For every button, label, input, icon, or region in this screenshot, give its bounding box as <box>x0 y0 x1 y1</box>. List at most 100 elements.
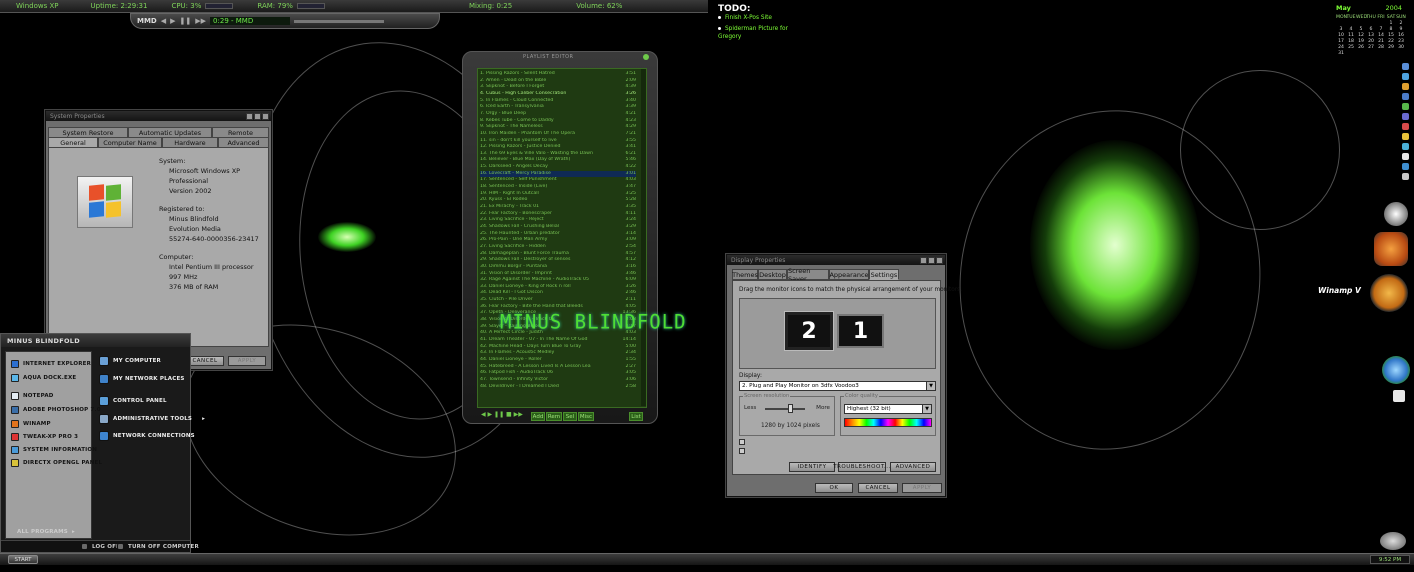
start-item-internet-explorer[interactable]: INTERNET EXPLORER <box>11 360 91 368</box>
playlist-row[interactable]: 30. Dimmu Borgir - Puritania 3:16 <box>480 264 636 271</box>
dock-app-icon[interactable] <box>1401 113 1409 120</box>
close-icon[interactable] <box>936 256 943 264</box>
calendar-day[interactable]: 28 <box>1376 45 1386 50</box>
playlist-row[interactable]: 32. Rage Against The Machine - AudioTrac… <box>480 277 636 284</box>
playlist-row[interactable]: 46. Fatpod Fish - AudioTrack 06 3:05 <box>480 370 636 377</box>
calendar-day[interactable]: 26 <box>1356 45 1366 50</box>
dock-app-icon[interactable] <box>1401 123 1409 130</box>
minimize-icon[interactable] <box>920 256 927 264</box>
calendar-day[interactable]: 6 <box>1366 27 1376 32</box>
tab-desktop[interactable]: Desktop <box>758 269 787 280</box>
playlist-row[interactable]: 3. Slipknot - Before I Forget 4:39 <box>480 84 636 91</box>
playlist-row[interactable]: 28. Damageplan - Blunt Force Trauma 4:57 <box>480 251 636 258</box>
calendar-day[interactable]: 17 <box>1336 39 1346 44</box>
calendar-day[interactable]: 9 <box>1396 27 1406 32</box>
playlist-row[interactable]: 13. The 69 Eyes & Ville Valo - Wasting t… <box>480 151 636 158</box>
calendar-day[interactable]: 18 <box>1346 39 1356 44</box>
troubleshoot-button[interactable]: TROUBLESHOOT... <box>833 462 890 472</box>
playlist-row[interactable]: 24. Shadows Fall - Crushing Belial 3:29 <box>480 224 636 231</box>
maximize-icon[interactable] <box>928 256 935 264</box>
recycle-bin-icon[interactable] <box>1380 532 1406 550</box>
playlist-row[interactable]: 16. Lovecraft - Mercy Paradise 3:01 <box>480 170 636 178</box>
calendar-day[interactable]: 1 <box>1386 21 1396 26</box>
playlist-row[interactable]: 15. Darkseed - Angels Decay 4:22 <box>480 164 636 171</box>
calendar-day[interactable]: 22 <box>1386 39 1396 44</box>
calendar-day[interactable]: 16 <box>1396 33 1406 38</box>
playlist-row[interactable]: 34. Dead Kill - I Got Discon 2:46 <box>480 290 636 297</box>
calendar-day[interactable]: 7 <box>1376 27 1386 32</box>
playlist-row[interactable]: 36. Fear Factory - Bite the Hand that Bl… <box>480 304 636 311</box>
playlist-row[interactable]: 27. Living Sacrifice - Hidden 2:54 <box>480 244 636 251</box>
calendar-day[interactable]: 10 <box>1336 33 1346 38</box>
turn-off-button[interactable]: TURN OFF COMPUTER <box>117 543 199 550</box>
calendar-day[interactable]: 23 <box>1396 39 1406 44</box>
winamp-icon[interactable] <box>1370 274 1408 312</box>
start-item-my-computer[interactable]: MY COMPUTER <box>99 356 161 366</box>
globe-icon[interactable] <box>1382 356 1410 384</box>
resolution-slider-track[interactable] <box>765 408 805 410</box>
calendar-day[interactable]: 30 <box>1396 45 1406 50</box>
calendar-day[interactable]: 20 <box>1366 39 1376 44</box>
calendar-day[interactable]: 4 <box>1346 27 1356 32</box>
start-item-administrative-tools[interactable]: ADMINISTRATIVE TOOLS ▸ <box>99 414 205 424</box>
calendar-day[interactable]: 25 <box>1346 45 1356 50</box>
calendar-day[interactable]: 12 <box>1356 33 1366 38</box>
dock-app-icon[interactable] <box>1401 93 1409 100</box>
playlist-row[interactable]: 20. Kyuss - El Rodeo 5:28 <box>480 197 636 204</box>
itunes-icon[interactable] <box>1384 202 1408 226</box>
playlist-misc-button[interactable]: Misc <box>578 412 594 421</box>
start-item-photoshop[interactable]: ADOBE PHOTOSHOP 7.0 <box>11 406 101 414</box>
playlist-row[interactable]: 1. Pissing Razors - Silent Hatred 3:51 <box>480 71 636 78</box>
primary-monitor-checkbox[interactable] <box>739 439 745 445</box>
display-properties-titlebar[interactable]: Display Properties <box>727 255 945 265</box>
calendar-day[interactable]: 14 <box>1376 33 1386 38</box>
playlist-row[interactable]: 14. Believer - Blue Max (Day of Wrath) 5:… <box>480 157 636 164</box>
playlist-row[interactable]: 33. Daniel Lioneye - King of Rock n roll… <box>480 284 636 291</box>
color-quality-select[interactable]: Highest (32 bit) ▼ <box>844 404 932 414</box>
apply-button[interactable]: APPLY <box>228 356 266 366</box>
playlist-row[interactable]: 7. Orgy - Blue Deep 4:21 <box>480 111 636 118</box>
monitor-2[interactable]: 2 <box>784 311 834 351</box>
start-item-tweak-xp[interactable]: TWEAK-XP PRO 3 <box>11 433 78 441</box>
start-item-aqua-dock[interactable]: AQUA DOCK.EXE <box>11 374 76 382</box>
start-item-notepad[interactable]: NOTEPAD <box>11 392 54 400</box>
tab-appearance[interactable]: Appearance <box>829 269 869 280</box>
playlist-row[interactable]: 22. Fear Factory - Bonescraper 4:11 <box>480 211 636 218</box>
playlist-add-button[interactable]: Add <box>531 412 545 421</box>
dock-app-icon[interactable] <box>1401 163 1409 170</box>
calendar-day[interactable]: 27 <box>1366 45 1376 50</box>
playlist-remove-button[interactable]: Rem <box>546 412 562 421</box>
playlist-row[interactable]: 42. Machine Head - Days Turn Blue To Gra… <box>480 344 636 351</box>
tab-themes[interactable]: Themes <box>732 269 758 280</box>
fl-studio-icon[interactable] <box>1374 232 1408 266</box>
volume-slider[interactable] <box>294 19 385 23</box>
start-item-system-information[interactable]: SYSTEM INFORMATION <box>11 446 97 454</box>
calendar-day[interactable]: 21 <box>1376 39 1386 44</box>
playlist-row[interactable]: 8. Kebes Tube - Come to Daddy 4:23 <box>480 118 636 125</box>
calendar-day[interactable]: 13 <box>1366 33 1376 38</box>
playlist-row[interactable]: 25. The Haunted - Urban predator 3:14 <box>480 231 636 238</box>
log-off-button[interactable]: LOG OFF <box>81 543 120 550</box>
playlist-row[interactable]: 48. Devildriver - I Dreamed I Died 2:58 <box>480 384 636 391</box>
ok-button[interactable]: OK <box>815 483 853 493</box>
playlist-row[interactable]: 5. In Flames - Cloud Connected 3:40 <box>480 98 636 105</box>
close-icon[interactable] <box>262 112 269 120</box>
playlist-row[interactable]: 12. Pissing Razors - Justice Denied 3:41 <box>480 144 636 151</box>
close-icon[interactable] <box>643 54 649 60</box>
playlist-row[interactable]: 23. Living Sacrifice - Reject 3:24 <box>480 217 636 224</box>
calendar-day[interactable]: 3 <box>1336 27 1346 32</box>
calendar-day[interactable]: 5 <box>1356 27 1366 32</box>
advanced-button[interactable]: ADVANCED <box>890 462 936 472</box>
playlist-row[interactable]: 21. Ex Mirachy - Track 01 3:35 <box>480 204 636 211</box>
dock-app-icon[interactable] <box>1401 133 1409 140</box>
document-icon[interactable] <box>1393 390 1405 402</box>
dock-app-icon[interactable] <box>1401 103 1409 110</box>
playlist-row[interactable]: 18. Sentenced - Inside (Live) 3:47 <box>480 184 636 191</box>
start-item-control-panel[interactable]: CONTROL PANEL <box>99 396 167 406</box>
playlist-row[interactable]: 9. Slipknot - The Nameless 4:29 <box>480 124 636 131</box>
playlist-select-button[interactable]: Sel <box>563 412 577 421</box>
cancel-button[interactable]: CANCEL <box>186 356 224 366</box>
apply-button[interactable]: APPLY <box>902 483 942 493</box>
playlist-row[interactable]: 6. Iced Earth - Transylvania 3:39 <box>480 104 636 111</box>
identify-button[interactable]: IDENTIFY <box>789 462 835 472</box>
